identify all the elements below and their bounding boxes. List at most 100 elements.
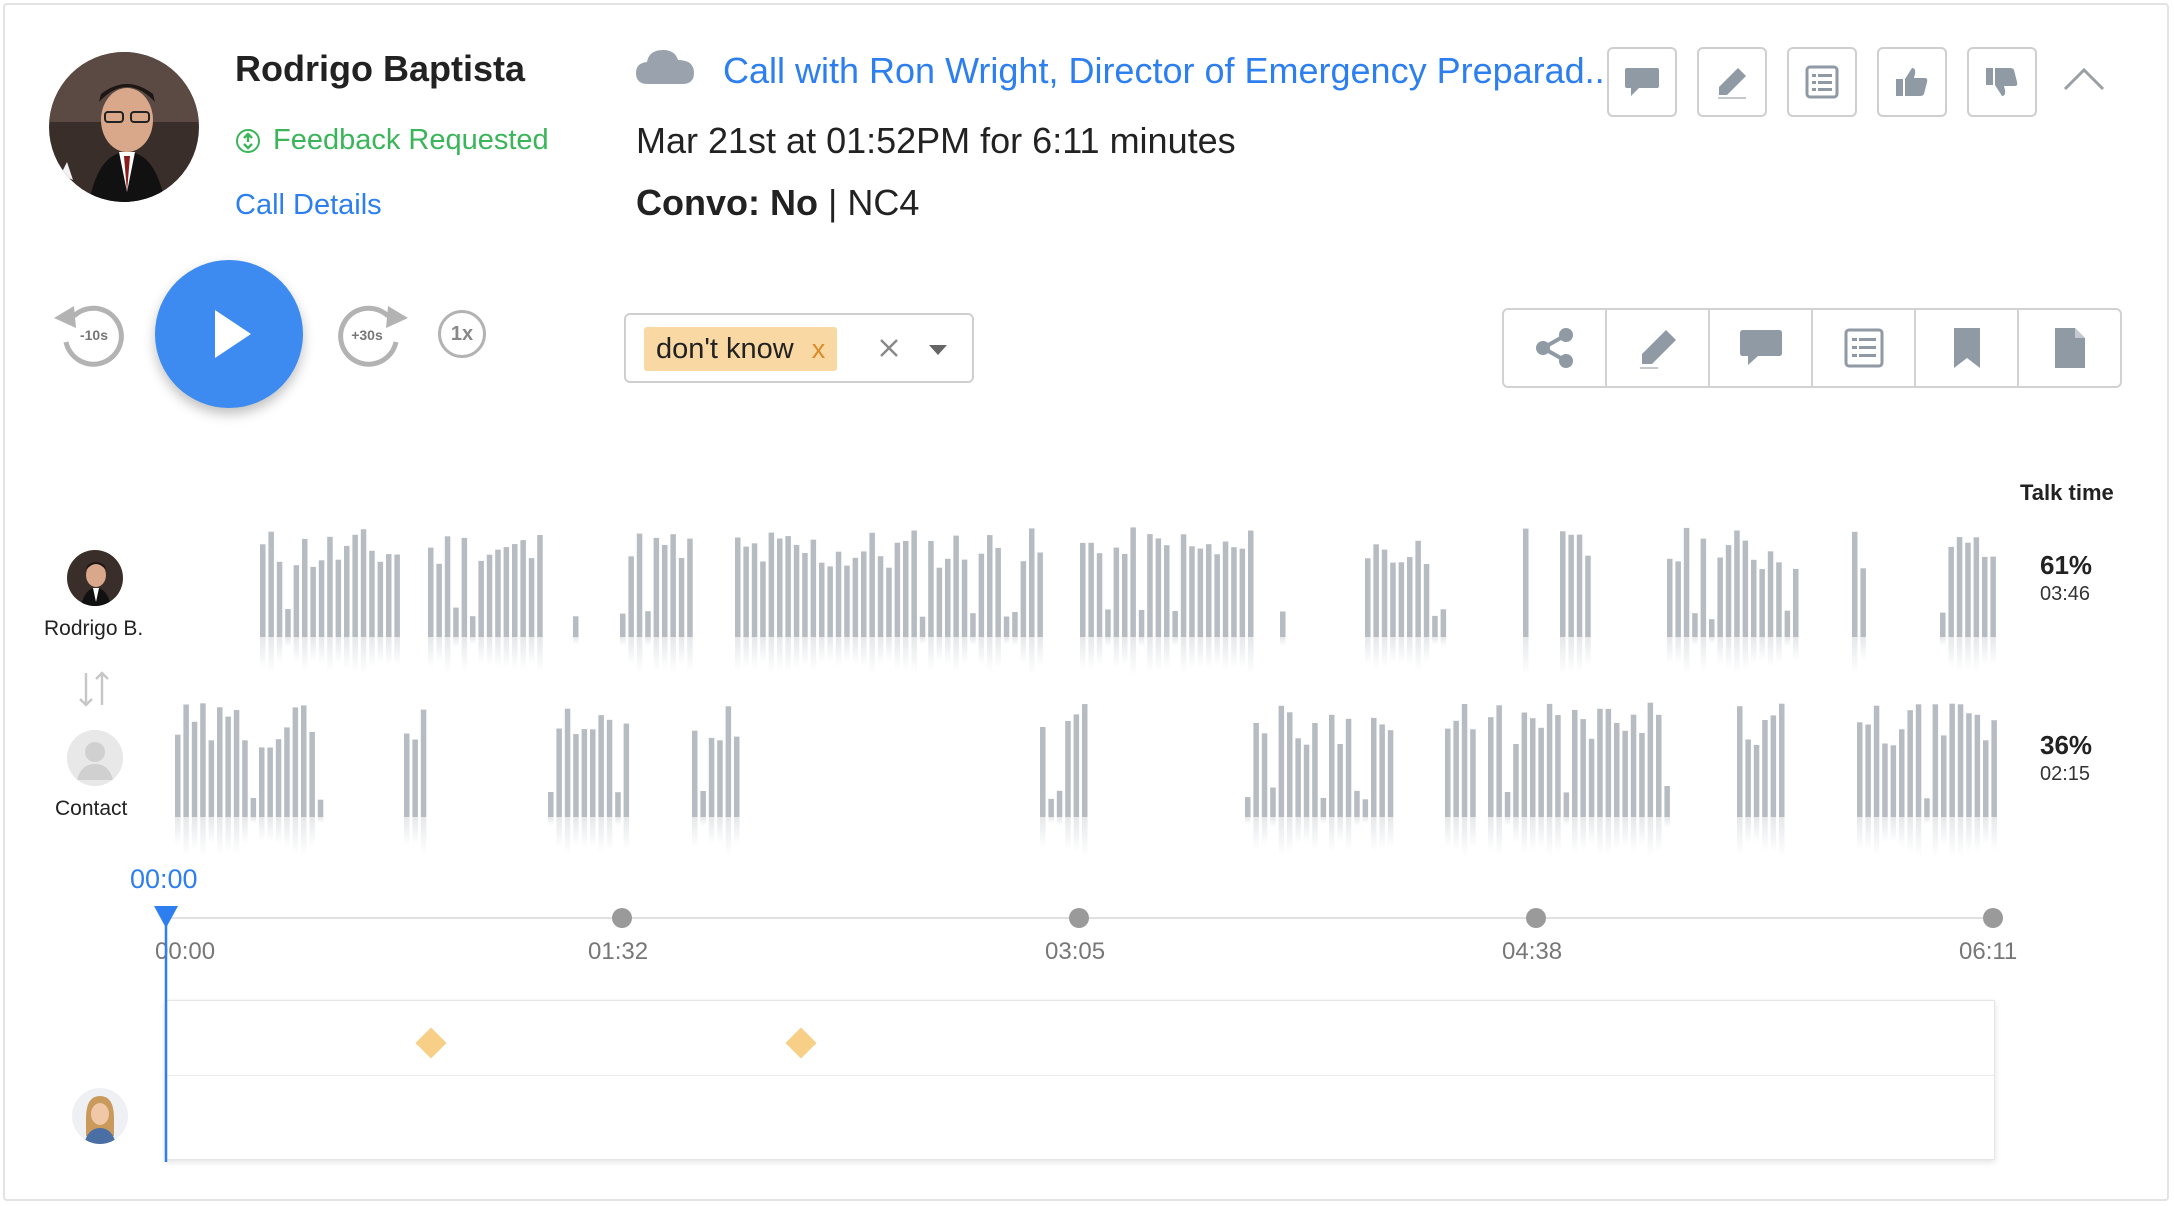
waveform-reflection [1580,817,1586,852]
waveform-bar [734,736,740,817]
waveform-bar [1991,720,1997,817]
waveform-reflection [869,637,875,674]
waveform-bar [1779,703,1785,817]
waveform-bar [1461,704,1468,817]
waveform-bar [1113,547,1120,637]
waveform-bar [1080,542,1086,637]
waveform-reflection [548,817,554,826]
waveform-reflection [573,637,579,645]
waveform-reflection [1865,817,1871,850]
waveform-bar [1580,719,1586,817]
waveform-bar [785,536,791,637]
waveform-reflection [1725,637,1732,670]
waveform-reflection [827,637,833,662]
waveform-bar [412,739,418,817]
waveform-bar [1576,534,1583,637]
waveform-bar [760,561,766,637]
waveform-bar [276,561,283,637]
timeline-tick-label: 04:38 [1502,938,1563,965]
waveform-reflection [961,637,968,665]
waveform-reflection [1683,637,1690,676]
waveform-bar [317,799,324,817]
waveform-reflection [777,637,783,672]
waveform-reflection [175,817,181,846]
page: Rodrigo Baptista Feedback Requested Call… [0,0,2174,1206]
waveform-bar [1940,612,1946,637]
waveform-reflection [1717,637,1723,665]
waveform-bar [564,708,571,817]
waveform-reflection [1793,637,1799,661]
waveform-reflection [420,817,427,855]
waveform-bar [1622,730,1628,817]
timeline-tick-dot[interactable] [1983,908,2003,928]
waveform-reflection [1048,817,1054,824]
waveform-bar [1180,534,1187,637]
waveform-bar [1588,738,1595,817]
waveform-bar [743,546,749,637]
waveform-reflection [259,817,265,842]
waveform-bar [1915,704,1922,817]
waveform-reflection [1504,817,1511,826]
waveform-reflection [1983,817,1989,844]
waveform-reflection [1860,637,1866,662]
waveform-reflection [1337,817,1343,843]
waveform-bar [335,559,342,637]
waveform-bar [259,747,265,817]
waveform-reflection [662,637,668,670]
waveform-reflection [945,637,951,665]
waveform-reflection [360,637,367,675]
waveform-bar [835,551,842,637]
waveform-bar [1956,537,1963,637]
waveform-reflection [1700,637,1707,672]
waveform-bar [1860,568,1866,637]
waveform-bar [903,541,909,637]
waveform-bar [556,728,562,817]
waveform-reflection [267,817,273,842]
waveform-reflection [1387,817,1394,848]
waveform-bar [1320,798,1327,817]
timeline-tick-dot[interactable] [1526,908,1546,928]
waveform-bar [420,709,427,817]
waveform-bar [877,556,884,637]
waveform-bar [520,540,526,637]
waveform-bar [581,729,588,817]
waveform-bar [1387,730,1394,817]
waveform-reflection [743,637,749,669]
waveform-bar [1941,735,1947,817]
waveform-bar [1966,713,1972,817]
waveform-reflection [1329,817,1335,853]
waveform-reflection [260,637,266,670]
waveform-bar [1164,545,1170,637]
waveform-reflection [183,817,189,857]
waveform-bar [1278,705,1285,817]
waveform-bar [1354,790,1360,817]
waveform-bar [894,542,901,637]
timeline-tick-dot[interactable] [612,908,632,928]
timeline-tick-dot[interactable] [1069,908,1089,928]
waveform-bar [1899,729,1905,817]
waveform-bar [1639,733,1645,817]
waveform-reflection [1709,637,1715,644]
current-time: 00:00 [130,864,198,894]
timeline[interactable] [165,908,2003,928]
waveform-reflection [1940,637,1946,646]
waveform-reflection [1852,637,1858,674]
waveform-bar [1245,797,1251,817]
waveform-bar [653,537,660,637]
waveform-reflection [1585,637,1591,666]
waveform-bar [1614,722,1620,817]
waveform-bar [1214,554,1220,637]
waveform-bar [1753,745,1760,817]
waveform-reflection [911,637,917,675]
waveform-reflection [1295,817,1301,845]
waveform-reflection [292,817,299,856]
waveform-bar [200,703,206,817]
waveform-reflection [1138,637,1145,647]
waveform-reflection [725,817,732,856]
waveform-bar [1373,544,1379,637]
waveform-bar [1337,744,1343,817]
waveform-bar [692,730,698,817]
waveform-bar [1597,708,1603,817]
comment-lane[interactable] [165,1000,1995,1160]
waveform-reflection [1513,817,1519,843]
